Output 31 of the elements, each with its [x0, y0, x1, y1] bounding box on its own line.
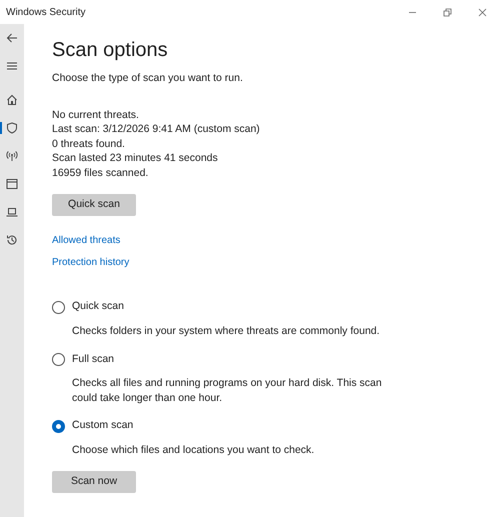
radio-button[interactable]: [52, 420, 65, 433]
status-line: 16959 files scanned.: [52, 166, 150, 180]
radio-button[interactable]: [52, 300, 65, 314]
quick-scan-button[interactable]: Quick scan: [52, 194, 136, 216]
link[interactable]: Protection history: [52, 255, 130, 270]
page-title: Scan options: [52, 38, 169, 63]
history-icon: [6, 234, 18, 246]
window-title: Windows Security: [6, 6, 86, 20]
status-line: Last scan: 3/12/2026 9:41 AM (custom scan): [52, 122, 261, 137]
menu-icon: [6, 60, 18, 72]
antenna-icon: [6, 150, 18, 162]
page-subtitle: Choose the type of scan you want to run.: [52, 71, 244, 86]
scan-now-button[interactable]: Scan now: [52, 470, 136, 492]
status-line: 0 threats found.: [52, 136, 126, 152]
option-description: Checks all files and running programs on your hard disk. This scan could take longer than one hour.: [72, 376, 383, 406]
close-icon[interactable]: [478, 8, 487, 16]
radio-button[interactable]: [52, 352, 65, 366]
back-icon: [6, 32, 18, 44]
option-description: Checks folders in your system where threats are commonly found.: [72, 324, 381, 338]
status-line: Scan lasted 23 minutes 41 seconds: [52, 151, 219, 166]
status-line: No current threats.: [52, 108, 140, 122]
home-icon: [6, 94, 18, 106]
option-label: Full scan: [72, 352, 114, 366]
option-label: Quick scan: [72, 299, 124, 314]
option-description: Choose which files and locations you want to check.: [72, 443, 316, 458]
link[interactable]: Allowed threats: [52, 233, 120, 248]
restore-icon[interactable]: [443, 8, 452, 16]
option-label: Custom scan: [72, 418, 134, 434]
browser-window-icon: [6, 178, 18, 190]
shield-icon: [6, 122, 18, 134]
laptop-icon: [6, 206, 18, 218]
